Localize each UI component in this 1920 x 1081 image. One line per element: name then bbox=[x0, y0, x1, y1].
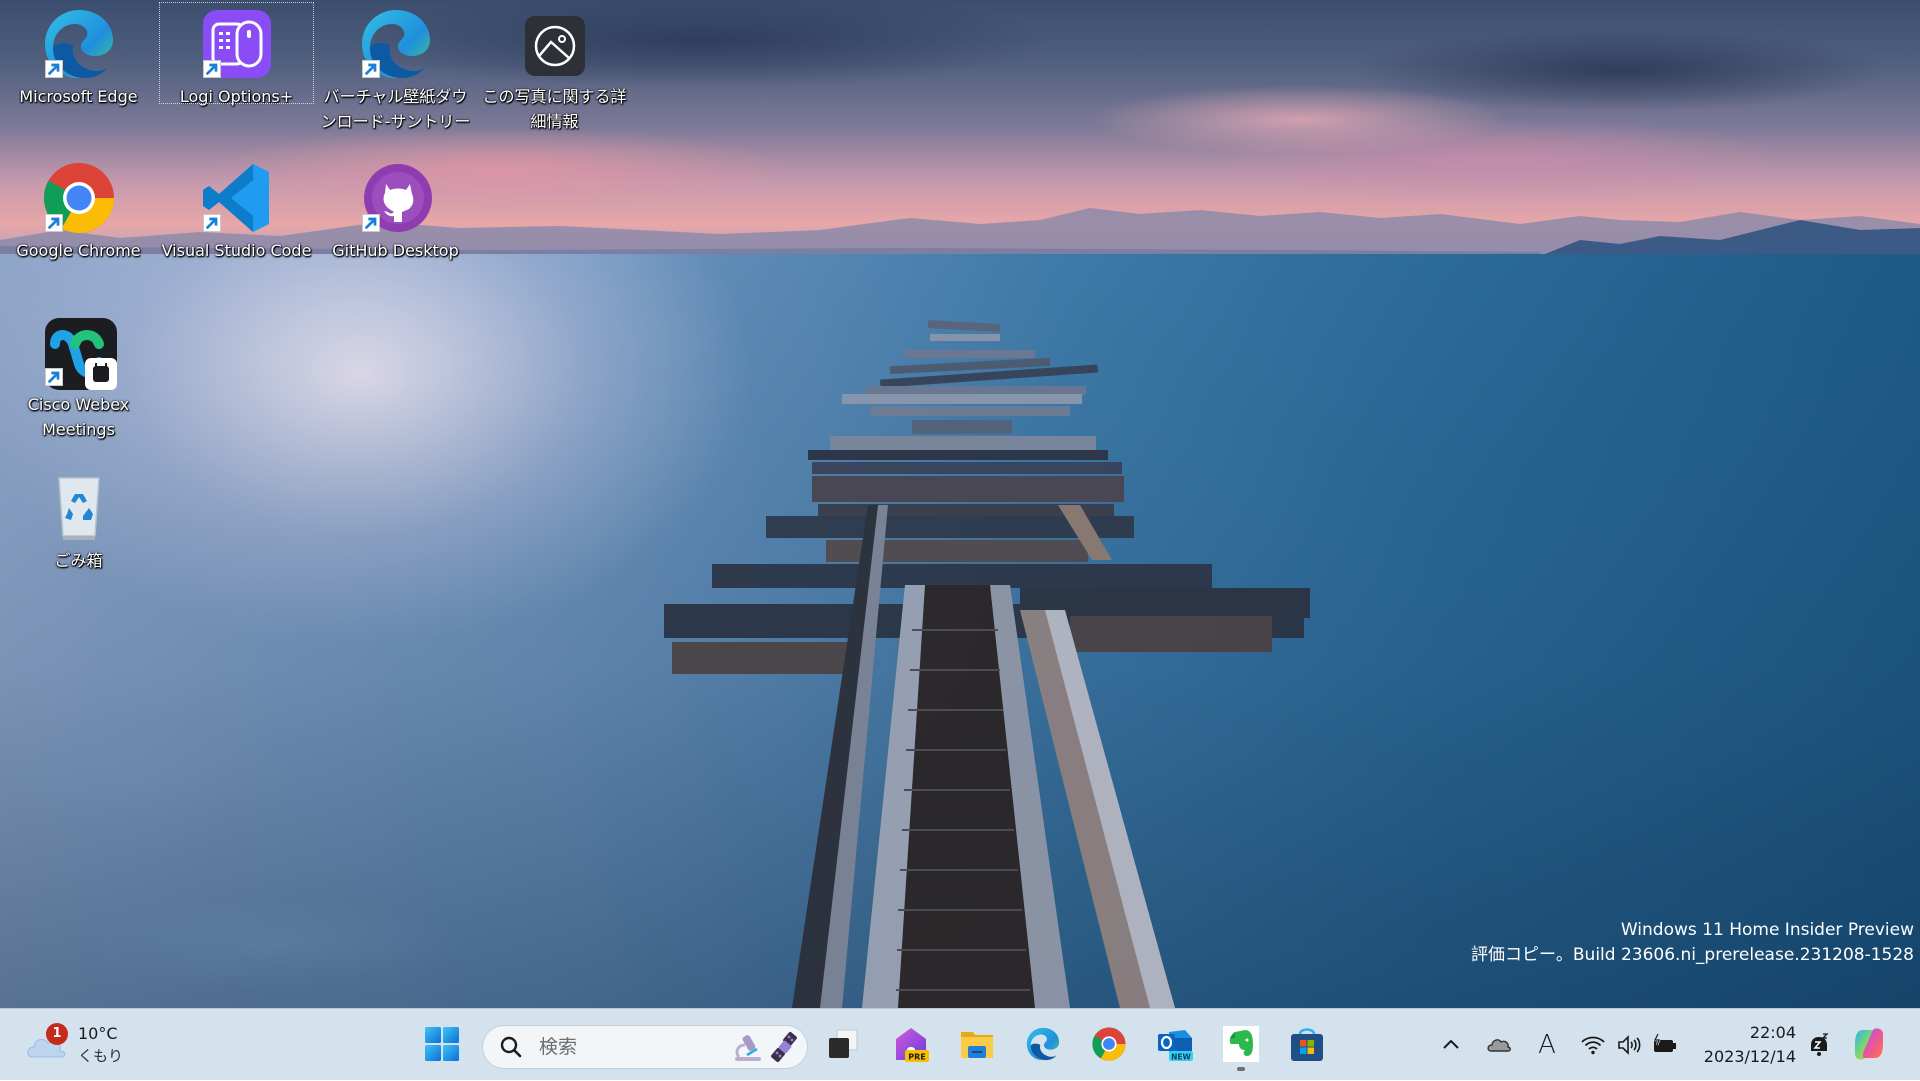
desktop-icon-label: Microsoft Edge bbox=[19, 87, 138, 106]
search-input[interactable] bbox=[537, 1035, 721, 1059]
evernote-icon bbox=[1223, 1026, 1259, 1062]
taskbar: 1 10°C くもり 検索 PRE NEW A 22:04 2023/12/14 bbox=[0, 1008, 1920, 1080]
desktop-icon-label: バーチャル壁紙ダウンロード-サントリー bbox=[320, 87, 471, 131]
preview-badge: PRE bbox=[908, 1053, 926, 1062]
desktop-icon-virtual-wallpaper[interactable]: バーチャル壁紙ダウンロード-サントリー bbox=[318, 2, 473, 134]
show-hidden-icons-button[interactable] bbox=[1434, 1028, 1468, 1062]
system-tray: A bbox=[1434, 1009, 1682, 1081]
shortcut-arrow-icon bbox=[44, 214, 63, 232]
taskbar-file-explorer[interactable] bbox=[954, 1021, 1000, 1067]
clock-time: 22:04 bbox=[1749, 1023, 1796, 1042]
copilot-button[interactable] bbox=[1846, 1021, 1892, 1067]
ime-letter: A bbox=[1538, 1030, 1556, 1060]
chevron-up-icon bbox=[1443, 1039, 1459, 1049]
task-view-button[interactable] bbox=[820, 1021, 866, 1067]
taskbar-evernote[interactable] bbox=[1218, 1021, 1264, 1071]
copilot-icon bbox=[1855, 1028, 1883, 1060]
taskbar-clock[interactable]: 22:04 2023/12/14 bbox=[1690, 1021, 1796, 1069]
shortcut-arrow-icon bbox=[361, 60, 380, 78]
weather-condition: くもり bbox=[78, 1047, 124, 1065]
watermark-edition: Windows 11 Home Insider Preview bbox=[1620, 920, 1914, 940]
desktop-icon-label: ごみ箱 bbox=[54, 551, 103, 570]
windows-build-watermark: Windows 11 Home Insider Preview 評価コピー。Bu… bbox=[1471, 918, 1914, 968]
recycle-bin-icon bbox=[57, 477, 100, 540]
desktop-icon-label: Visual Studio Code bbox=[161, 241, 312, 260]
shortcut-arrow-icon bbox=[44, 368, 63, 386]
desktop-icon-cisco-webex[interactable]: Cisco Webex Meetings bbox=[1, 310, 156, 442]
running-indicator bbox=[1237, 1067, 1245, 1071]
edge-icon bbox=[1026, 1027, 1060, 1061]
dev-home-icon: PRE bbox=[896, 1028, 929, 1062]
ime-mode-indicator[interactable]: A bbox=[1530, 1028, 1564, 1062]
battery-button[interactable] bbox=[1648, 1028, 1682, 1062]
weather-widget[interactable]: 1 10°C くもり bbox=[26, 1019, 123, 1071]
wifi-icon bbox=[1581, 1036, 1605, 1055]
taskbar-microsoft-store[interactable] bbox=[1284, 1021, 1330, 1067]
weather-notification-badge: 1 bbox=[46, 1023, 68, 1045]
taskbar-search-box[interactable] bbox=[482, 1025, 808, 1069]
new-badge: NEW bbox=[1171, 1053, 1191, 1062]
satellite-icon bbox=[771, 1032, 797, 1062]
desktop-icon-github-desktop[interactable]: GitHub Desktop bbox=[318, 156, 473, 263]
desktop-icon-label: Google Chrome bbox=[16, 241, 141, 260]
network-button[interactable] bbox=[1576, 1028, 1610, 1062]
desktop-icon-label: Cisco Webex Meetings bbox=[27, 395, 130, 439]
search-icon bbox=[500, 1036, 522, 1058]
shortcut-arrow-icon bbox=[44, 60, 63, 78]
taskbar-dev-home-preview[interactable]: PRE bbox=[888, 1021, 934, 1067]
shortcut-arrow-icon bbox=[361, 214, 380, 232]
taskbar-outlook-new[interactable]: NEW bbox=[1152, 1021, 1198, 1067]
volume-button[interactable] bbox=[1612, 1028, 1646, 1062]
start-button[interactable] bbox=[419, 1021, 465, 1067]
task-view-icon bbox=[829, 1029, 858, 1058]
notifications-button[interactable] bbox=[1802, 1028, 1836, 1062]
wallpaper-pier bbox=[664, 320, 1310, 1008]
store-icon bbox=[1291, 1028, 1323, 1061]
desktop-icon-label: この写真に関する詳細情報 bbox=[482, 87, 627, 131]
onedrive-button[interactable] bbox=[1482, 1028, 1516, 1062]
desktop-icon-label: Logi Options+ bbox=[179, 87, 294, 106]
watermark-build: 評価コピー。Build 23606.ni_prerelease.231208-1… bbox=[1471, 945, 1914, 965]
taskbar-google-chrome[interactable] bbox=[1086, 1021, 1132, 1067]
microscope-icon bbox=[735, 1035, 761, 1061]
shortcut-arrow-icon bbox=[202, 60, 221, 78]
desktop-icon-photo-info[interactable]: この写真に関する詳細情報 bbox=[477, 2, 632, 134]
desktop-icon-logi-options[interactable]: Logi Options+ bbox=[159, 2, 314, 106]
desktop-icon-label: GitHub Desktop bbox=[332, 241, 459, 260]
bell-snooze-icon bbox=[1811, 1033, 1829, 1056]
desktop-icon-recycle-bin[interactable]: ごみ箱 bbox=[1, 466, 156, 573]
shortcut-arrow-icon bbox=[202, 214, 221, 232]
desktop-icon-visual-studio-code[interactable]: Visual Studio Code bbox=[159, 156, 314, 263]
battery-charging-icon bbox=[1652, 1033, 1676, 1052]
windows-start-icon bbox=[425, 1027, 459, 1061]
chrome-icon bbox=[1092, 1027, 1126, 1061]
desktop-icon-google-chrome[interactable]: Google Chrome bbox=[1, 156, 156, 263]
speaker-volume-icon bbox=[1618, 1035, 1641, 1055]
weather-temperature: 10°C bbox=[78, 1024, 118, 1043]
desktop-icon-microsoft-edge[interactable]: Microsoft Edge bbox=[1, 2, 156, 109]
onedrive-cloud-icon bbox=[1487, 1039, 1511, 1052]
clock-date: 2023/12/14 bbox=[1703, 1047, 1796, 1066]
photo-info-icon bbox=[524, 16, 585, 76]
folder-icon bbox=[961, 1032, 993, 1058]
taskbar-microsoft-edge[interactable] bbox=[1020, 1021, 1066, 1067]
outlook-icon: NEW bbox=[1158, 1030, 1193, 1062]
desktop-wallpaper bbox=[0, 0, 1920, 1008]
